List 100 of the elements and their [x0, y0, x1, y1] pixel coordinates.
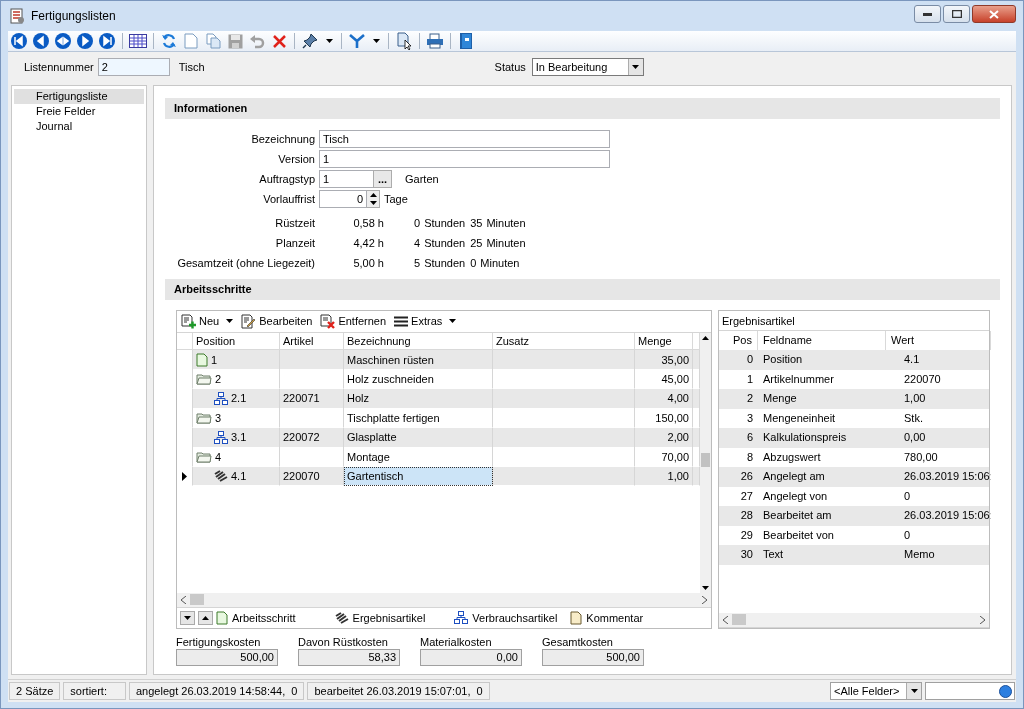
page-icon: [216, 611, 228, 625]
hours-value: 5,00 h: [352, 256, 384, 270]
field-filter-dropdown[interactable]: <Alle Felder>: [830, 682, 922, 700]
window-title: Fertigungslisten: [31, 9, 116, 23]
minimize-button[interactable]: [914, 5, 941, 23]
table-cell-text: Stk.: [903, 410, 924, 426]
scroll-down-icon: [702, 586, 709, 590]
last-record-icon[interactable]: [98, 32, 116, 50]
arrows-icon[interactable]: [54, 32, 72, 50]
field-note: Tage: [384, 192, 408, 205]
list-icon: [10, 8, 25, 24]
readonly-field: 0,00: [420, 649, 522, 666]
table-row[interactable]: 3.1 220072 Glasplatte 2,00: [177, 427, 700, 448]
table-cell-text: Text: [762, 547, 785, 563]
number-field[interactable]: 0: [319, 189, 367, 208]
previous-record-icon[interactable]: [32, 32, 50, 50]
table-cell-text: 780,00: [903, 449, 939, 465]
spin-button[interactable]: [367, 189, 380, 208]
add-document-icon: [181, 313, 196, 329]
scroll-right-icon: [702, 596, 707, 604]
sidebar-item[interactable]: Fertigungsliste: [14, 89, 144, 104]
table-cell: Montage: [344, 447, 493, 467]
field-label: Gesamtkosten: [542, 636, 614, 648]
table-cell-text: Abzugswert: [762, 449, 822, 465]
status-text: angelegt 26.03.2019 14:58:44, 0: [129, 682, 305, 700]
text-field[interactable]: Tisch: [319, 129, 610, 148]
document-pointer-icon[interactable]: [396, 32, 412, 50]
table-row[interactable]: 4.1 220070 Gartentisch 1,00: [177, 466, 700, 487]
toolbar-button[interactable]: Bearbeiten: [241, 313, 313, 329]
legend-label: Kommentar: [586, 612, 644, 624]
save-icon[interactable]: [227, 33, 243, 49]
move-up-button[interactable]: [198, 611, 213, 625]
status-dropdown[interactable]: In Bearbeitung: [531, 58, 644, 76]
hierarchy-icon: [214, 391, 228, 405]
hours-text: 4 Stunden: [414, 236, 466, 250]
scrollbar[interactable]: [700, 332, 711, 593]
field-note: Garten: [405, 172, 439, 185]
toolbar-button[interactable]: Extras: [394, 315, 457, 328]
caret-icon: [632, 65, 640, 69]
table-cell-text: 26: [739, 469, 754, 485]
toolbar-button[interactable]: Entfernen: [320, 313, 387, 329]
field-label: Materialkosten: [420, 636, 493, 648]
scrollbar-thumb[interactable]: [190, 594, 204, 606]
hierarchy-icon: [454, 611, 469, 625]
caret-up-icon: [202, 616, 209, 620]
field-label: Auftragstyp: [258, 172, 315, 185]
maximize-button[interactable]: [943, 5, 970, 23]
status-text: bearbeitet 26.03.2019 15:07:01, 0: [307, 682, 490, 700]
next-record-icon[interactable]: [76, 32, 94, 50]
browse-button[interactable]: ...: [373, 169, 392, 188]
sidebar-item[interactable]: Freie Felder: [14, 104, 144, 119]
book-icon[interactable]: [459, 32, 473, 50]
scroll-up-icon: [702, 335, 709, 340]
table-icon[interactable]: [129, 34, 147, 48]
printer-icon[interactable]: [426, 33, 444, 49]
table-cell-text: 27: [739, 488, 754, 504]
delete-icon[interactable]: [271, 33, 287, 49]
undo-icon[interactable]: [249, 33, 265, 49]
list-name: Tisch: [178, 61, 205, 73]
table-cell-text: Menge: [762, 391, 798, 407]
folder-icon: [196, 372, 212, 385]
first-record-icon[interactable]: [10, 32, 28, 50]
legend-label: Verbrauchsartikel: [472, 612, 558, 624]
section-header: Arbeitsschritte: [165, 278, 1000, 300]
table-cell: 70,00: [635, 447, 693, 467]
pin-icon[interactable]: [302, 33, 318, 49]
table-cell-text: 0: [903, 527, 912, 543]
refresh-icon[interactable]: [161, 33, 177, 49]
text-field[interactable]: 1: [319, 149, 610, 168]
search-field[interactable]: [925, 682, 1015, 700]
close-button[interactable]: [972, 5, 1016, 23]
move-down-button[interactable]: [180, 611, 195, 625]
scrollbar[interactable]: [719, 613, 989, 628]
readonly-field: 500,00: [176, 649, 278, 666]
filter-icon[interactable]: [349, 33, 365, 49]
text-field[interactable]: 1: [319, 169, 374, 188]
table-cell-text: 29: [739, 527, 754, 543]
copy-icon[interactable]: [205, 33, 221, 49]
table-row[interactable]: 2.1 220071 Holz 4,00: [177, 388, 700, 409]
caret-icon: [910, 689, 918, 693]
scrollbar[interactable]: [177, 593, 711, 608]
table-cell-text: Bearbeitet am: [762, 508, 833, 524]
caret-icon: [372, 39, 380, 43]
field-label: Listennummer: [24, 61, 94, 73]
readonly-field: 58,33: [298, 649, 400, 666]
table-cell: 4: [193, 447, 280, 467]
panel-title: Ergebnisartikel: [719, 310, 989, 331]
table-cell: 45,00: [635, 369, 693, 389]
table-row[interactable]: 1 Maschinen rüsten 35,00: [177, 349, 700, 370]
field-label: Version: [277, 152, 315, 165]
table-cell-text: Mengeneinheit: [762, 410, 837, 426]
scrollbar-thumb[interactable]: [732, 614, 746, 626]
legend-label: Arbeitsschritt: [232, 612, 296, 624]
list-number-field[interactable]: 2: [97, 58, 170, 76]
scrollbar-thumb[interactable]: [701, 452, 710, 467]
sidebar-item[interactable]: Journal: [14, 119, 144, 134]
toolbar-button[interactable]: Neu: [181, 313, 234, 329]
table-cell: 1,00: [635, 466, 693, 487]
minimize-icon: [923, 12, 932, 16]
time-label: Gesamtzeit (ohne Liegezeit): [176, 256, 315, 270]
